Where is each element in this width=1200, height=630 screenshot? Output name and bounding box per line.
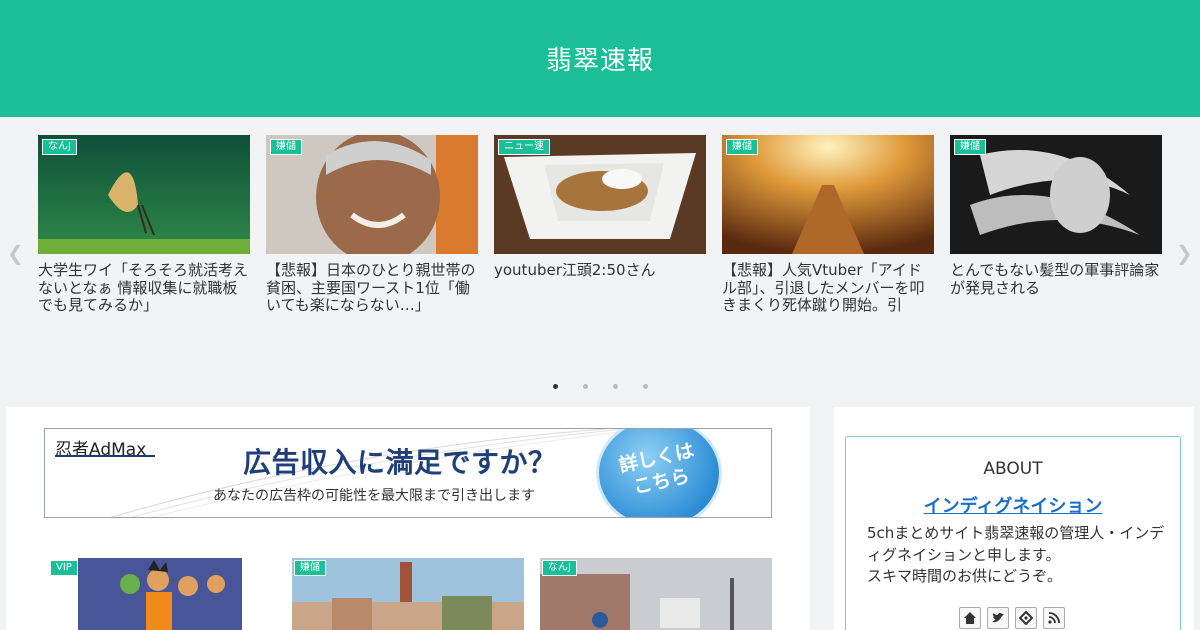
twitter-icon[interactable] — [987, 607, 1009, 629]
category-badge[interactable]: 嫌儲 — [270, 139, 302, 155]
site-header: 翡翠速報 — [0, 0, 1200, 117]
carousel-card[interactable]: 嫌儲 とんでもない髪型の軍事評論家が発見される — [950, 135, 1162, 315]
sidebar: ABOUT インディグネイション 5chまとめサイト翡翠速報の管理人・インディグ… — [834, 407, 1194, 630]
ad-subtext: あなたの広告枠の可能性を最大限まで引き出します — [213, 488, 535, 504]
carousel-card[interactable]: 嫌儲 【悲報】日本のひとり親世帯の貧困、主要国ワースト1位「働いても楽にならない… — [266, 135, 478, 315]
about-description: 5chまとめサイト翡翠速報の管理人・インディグネイションと申します。 スキマ時間… — [867, 524, 1165, 585]
category-badge[interactable]: ニュー速 — [498, 139, 550, 155]
post-thumbnail[interactable]: 嫌儲 — [292, 558, 524, 630]
card-thumbnail: なんJ — [38, 135, 250, 254]
carousel-card[interactable]: なんJ 大学生ワイ「そろそろ就活考えないとなぁ 情報収集に就職板でも見てみるか」 — [38, 135, 250, 315]
ad-details-button[interactable]: 詳しくは こちら — [596, 429, 722, 517]
category-badge[interactable]: なんJ — [542, 560, 577, 576]
category-badge[interactable]: なんJ — [42, 139, 77, 155]
carousel-dot[interactable] — [613, 384, 618, 389]
about-widget: ABOUT インディグネイション 5chまとめサイト翡翠速報の管理人・インディグ… — [845, 436, 1181, 630]
card-thumbnail: 嫌儲 — [722, 135, 934, 254]
carousel-card[interactable]: 嫌儲 【悲報】人気Vtuber「アイドル部」、引退したメンバーを叩きまくり死体蹴… — [722, 135, 934, 315]
card-title[interactable]: 【悲報】人気Vtuber「アイドル部」、引退したメンバーを叩きまくり死体蹴り開始… — [722, 262, 934, 315]
admax-banner-ad[interactable]: 忍者AdMax 広告収入に満足ですか？ あなたの広告枠の可能性を最大限まで引き出… — [44, 428, 772, 518]
category-badge[interactable]: 嫌儲 — [726, 139, 758, 155]
carousel-card[interactable]: ニュー速 youtuber江頭2:50さん — [494, 135, 706, 315]
ad-headline: 広告収入に満足ですか？ — [243, 446, 557, 479]
category-badge[interactable]: 嫌儲 — [294, 560, 326, 576]
carousel-dot[interactable] — [553, 384, 558, 389]
card-title[interactable]: とんでもない髪型の軍事評論家が発見される — [950, 262, 1162, 315]
post-thumbnail[interactable]: VIP — [48, 558, 242, 630]
category-badge[interactable]: 嫌儲 — [954, 139, 986, 155]
ad-logo-underline — [55, 455, 155, 457]
chevron-left-icon[interactable]: ❮ — [7, 241, 24, 265]
feedly-icon[interactable] — [1015, 607, 1037, 629]
author-name-link[interactable]: インディグネイション — [846, 492, 1180, 518]
rss-icon[interactable] — [1043, 607, 1065, 629]
card-title[interactable]: 【悲報】日本のひとり親世帯の貧困、主要国ワースト1位「働いても楽にならない…」 — [266, 262, 478, 315]
chevron-right-icon[interactable]: ❯ — [1176, 241, 1193, 265]
site-title[interactable]: 翡翠速報 — [546, 40, 654, 77]
carousel-dot[interactable] — [643, 384, 648, 389]
category-badge[interactable]: VIP — [50, 560, 78, 576]
home-icon[interactable] — [959, 607, 981, 629]
about-title: ABOUT — [983, 459, 1043, 479]
ad-button-label: 詳しくは こちら — [617, 439, 696, 499]
card-title[interactable]: 大学生ワイ「そろそろ就活考えないとなぁ 情報収集に就職板でも見てみるか」 — [38, 262, 250, 315]
card-thumbnail: ニュー速 — [494, 135, 706, 254]
main-content: 忍者AdMax 広告収入に満足ですか？ あなたの広告枠の可能性を最大限まで引き出… — [6, 407, 810, 630]
post-thumbnail[interactable]: なんJ — [540, 558, 772, 630]
carousel-dot[interactable] — [583, 384, 588, 389]
card-thumbnail: 嫌儲 — [266, 135, 478, 254]
featured-carousel: ❮ なんJ 大学生ワイ「そろそろ就活考えないとなぁ 情報収集に就職板でも見てみる… — [0, 117, 1200, 407]
card-thumbnail: 嫌儲 — [950, 135, 1162, 254]
card-title[interactable]: youtuber江頭2:50さん — [494, 262, 706, 315]
carousel-pagination — [545, 380, 655, 394]
